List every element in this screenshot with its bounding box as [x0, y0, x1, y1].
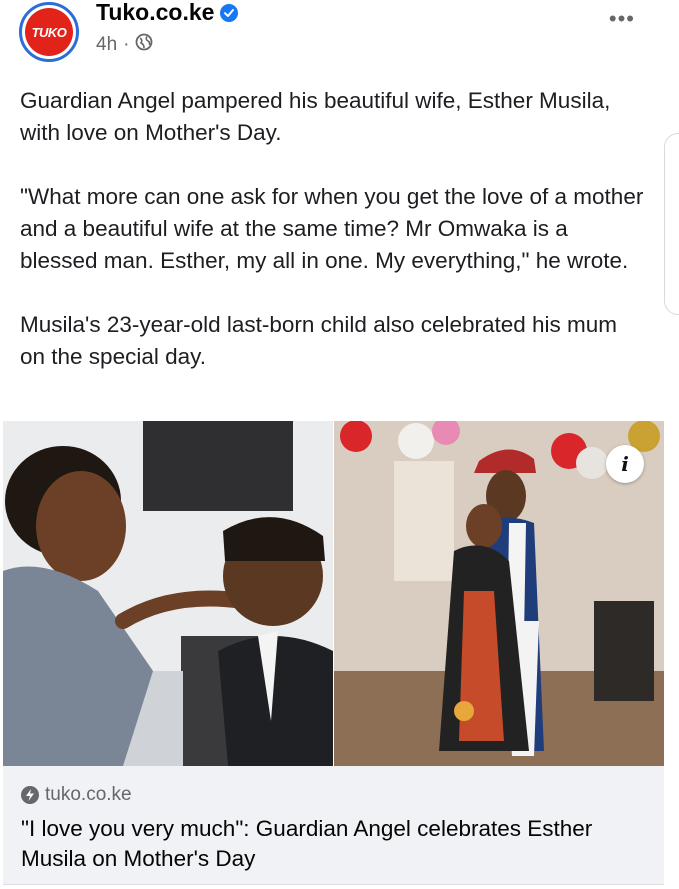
tuko-logo: TUKO	[25, 8, 73, 56]
avatar[interactable]: TUKO	[19, 2, 79, 62]
more-options-icon[interactable]: •••	[609, 6, 635, 32]
page-name[interactable]: Tuko.co.ke	[96, 0, 214, 26]
post-time[interactable]: 4h	[96, 34, 117, 56]
instant-article-bolt-icon	[21, 786, 39, 804]
post-paragraph: Musila's 23-year-old last-born child als…	[20, 312, 618, 369]
photo-family[interactable]: i	[334, 421, 664, 766]
post-paragraph: "What more can one ask for when you get …	[20, 184, 644, 273]
side-panel-edge	[664, 133, 679, 315]
photo-couple[interactable]	[3, 421, 333, 766]
page-name-row: Tuko.co.ke	[96, 0, 239, 26]
post-meta: 4h ·	[96, 33, 153, 57]
post-photos[interactable]: i	[3, 421, 664, 766]
link-title[interactable]: "I love you very much": Guardian Angel c…	[21, 814, 651, 874]
link-domain: tuko.co.ke	[45, 784, 132, 805]
verified-badge-icon	[220, 3, 239, 22]
link-domain-row: tuko.co.ke	[21, 784, 132, 806]
post-paragraph: Guardian Angel pampered his beautiful wi…	[20, 88, 611, 145]
post-header: TUKO Tuko.co.ke 4h · •••	[0, 0, 679, 70]
meta-separator: ·	[123, 34, 130, 55]
link-preview-card[interactable]: tuko.co.ke "I love you very much": Guard…	[3, 766, 664, 885]
post-text: Guardian Angel pampered his beautiful wi…	[20, 85, 645, 405]
info-icon[interactable]: i	[606, 445, 644, 483]
globe-icon	[135, 33, 153, 57]
